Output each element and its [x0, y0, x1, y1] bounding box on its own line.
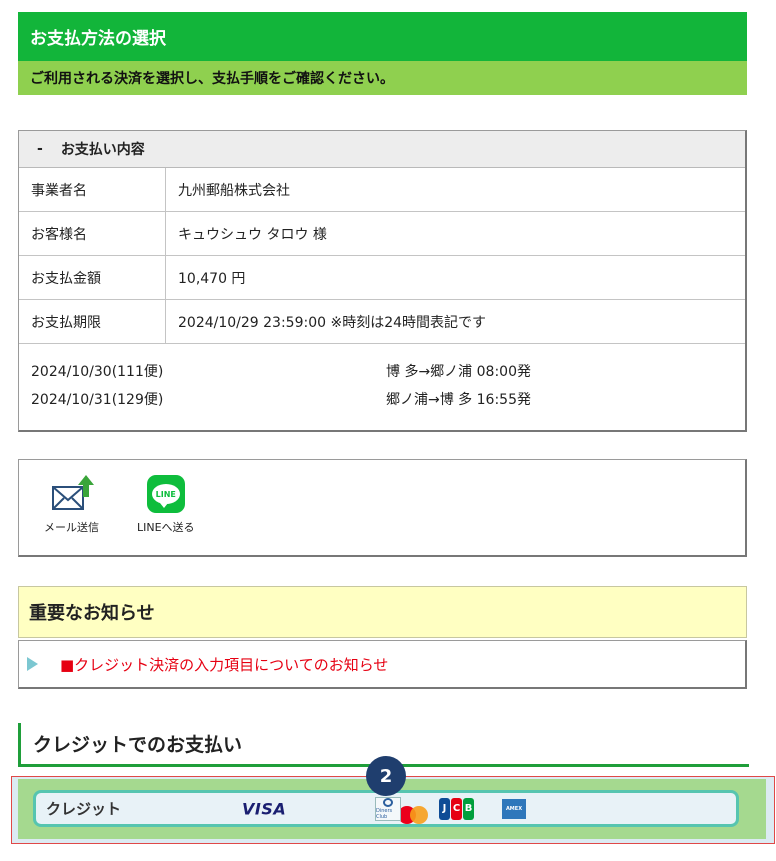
row-label: お客様名 [19, 211, 166, 256]
row-label: お支払金額 [19, 255, 166, 300]
share-panel: メール送信 LINE LINEへ送る [18, 459, 747, 557]
collapse-icon[interactable]: - [37, 141, 43, 157]
table-row: お支払期限 2024/10/29 23:59:00 ※時刻は24時間表記です [19, 299, 745, 344]
triangle-right-icon [27, 657, 38, 671]
jcb-logo-icon: J C B [439, 797, 475, 820]
trip-date: 2024/10/30(111便) [31, 364, 164, 380]
credit-notice-link[interactable]: ■クレジット決済の入力項目についてのお知らせ [60, 654, 388, 675]
payment-details-header[interactable]: - お支払い内容 [19, 131, 745, 168]
notice-item: ■クレジット決済の入力項目についてのお知らせ [18, 640, 747, 689]
notice-title: 重要なお知らせ [18, 586, 747, 638]
mastercard-logo-icon [398, 806, 432, 824]
trip-route: 博 多→郷ノ浦 08:00発 [386, 364, 531, 380]
payment-details-panel: - お支払い内容 事業者名 九州郵船株式会社 お客様名 キュウシュウ タロウ 様… [18, 130, 747, 432]
page-title: お支払方法の選択 [18, 12, 747, 61]
trip-item: 2024/10/31(129便) 郷ノ浦→博 多 16:55発 [31, 386, 733, 414]
table-row: お客様名 キュウシュウ タロウ 様 [19, 211, 745, 256]
step-badge: 2 [366, 756, 406, 796]
trip-list: 2024/10/30(111便) 博 多→郷ノ浦 08:00発 2024/10/… [19, 344, 745, 428]
row-label: お支払期限 [19, 299, 166, 344]
trip-date: 2024/10/31(129便) [31, 392, 164, 408]
line-send-button[interactable]: LINE LINEへ送る [137, 473, 195, 535]
payment-details-title: お支払い内容 [60, 142, 145, 158]
row-label: 事業者名 [19, 168, 166, 212]
row-value: 九州郵船株式会社 [165, 168, 745, 212]
line-icon: LINE [137, 473, 195, 513]
row-value: キュウシュウ タロウ 様 [165, 211, 745, 256]
mail-icon [44, 473, 99, 513]
mail-send-label: メール送信 [44, 521, 99, 534]
row-value: 2024/10/29 23:59:00 ※時刻は24時間表記です [165, 299, 745, 344]
table-row: 事業者名 九州郵船株式会社 [19, 168, 745, 212]
trip-route: 郷ノ浦→博 多 16:55発 [386, 392, 531, 408]
payment-details-table: 事業者名 九州郵船株式会社 お客様名 キュウシュウ タロウ 様 お支払金額 10… [19, 168, 745, 344]
row-value: 10,470 円 [165, 255, 745, 300]
amex-logo-icon: AMEX [502, 798, 526, 819]
line-send-label: LINEへ送る [137, 521, 195, 534]
visa-logo-icon: VISA [242, 799, 287, 818]
mail-send-button[interactable]: メール送信 [44, 473, 99, 535]
table-row: お支払金額 10,470 円 [19, 255, 745, 300]
page-subtitle: ご利用される決済を選択し、支払手順をご確認ください。 [18, 61, 747, 95]
diners-club-logo-icon: Diners Club [375, 796, 401, 821]
trip-item: 2024/10/30(111便) 博 多→郷ノ浦 08:00発 [31, 358, 733, 386]
credit-button-label: クレジット [46, 800, 122, 818]
